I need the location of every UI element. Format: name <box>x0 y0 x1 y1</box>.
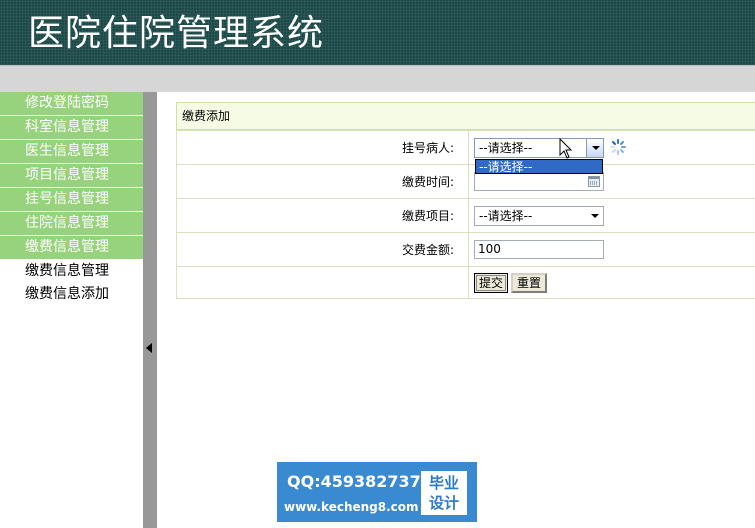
patient-select[interactable]: --请选择-- <box>474 137 604 158</box>
chevron-down-icon[interactable] <box>586 206 603 225</box>
app-header: 医院住院管理系统 <box>0 0 755 65</box>
loading-spinner-icon <box>610 139 626 155</box>
sidebar-item-project[interactable]: 项目信息管理 <box>0 164 143 188</box>
payment-form: 挂号病人: --请选择-- 缴费时间: 缴费项目: --请选择-- 交费金额: … <box>176 130 755 299</box>
form-row: 提交 重置 <box>176 266 755 299</box>
sidebar-item-department[interactable]: 科室信息管理 <box>0 116 143 140</box>
calendar-icon[interactable] <box>588 176 600 187</box>
form-row: 缴费时间: <box>176 164 755 199</box>
collapse-arrow-icon[interactable] <box>146 343 152 353</box>
watermark-badge-line1: 毕业 <box>428 474 459 492</box>
sidebar-item-doctor[interactable]: 医生信息管理 <box>0 140 143 164</box>
mouse-pointer-icon <box>559 138 573 159</box>
form-row: 挂号病人: --请选择-- <box>176 130 755 165</box>
reset-button[interactable]: 重置 <box>511 272 548 293</box>
item-field-cell: --请选择-- <box>468 198 755 233</box>
item-select[interactable]: --请选择-- <box>474 205 604 226</box>
amount-input[interactable]: 100 <box>474 240 604 259</box>
item-select-value: --请选择-- <box>479 208 533 223</box>
toolbar-bar <box>0 65 755 92</box>
sidebar-item-payment[interactable]: 缴费信息管理 <box>0 236 143 260</box>
buttons-cell: 提交 重置 <box>468 266 755 299</box>
patient-label: 挂号病人: <box>176 130 469 165</box>
sidebar-splitter[interactable] <box>143 92 157 528</box>
chevron-down-icon[interactable] <box>586 138 603 157</box>
empty-label-cell <box>176 266 469 299</box>
patient-dropdown-option[interactable]: --请选择-- <box>475 159 603 174</box>
app-title: 医院住院管理系统 <box>28 13 325 54</box>
amount-label: 交费金额: <box>176 232 469 267</box>
submit-button[interactable]: 提交 <box>474 272 509 293</box>
watermark-badge: 毕业 设计 <box>421 471 467 515</box>
panel-title: 缴费添加 <box>176 102 755 130</box>
patient-select-value: --请选择-- <box>479 140 533 155</box>
sidebar-item-change-password[interactable]: 修改登陆密码 <box>0 92 143 116</box>
time-label: 缴费时间: <box>176 164 469 199</box>
sidebar: 修改登陆密码 科室信息管理 医生信息管理 项目信息管理 挂号信息管理 住院信息管… <box>0 92 143 528</box>
item-label: 缴费项目: <box>176 198 469 233</box>
watermark-site: www.kecheng8.com <box>284 500 419 514</box>
watermark-badge-line2: 设计 <box>428 494 459 512</box>
payment-form-panel: 缴费添加 挂号病人: --请选择-- 缴费时间: 缴费项目: --请选择-- 交… <box>176 102 755 299</box>
sidebar-item-hospitalization[interactable]: 住院信息管理 <box>0 212 143 236</box>
sidebar-subitem-payment-add[interactable]: 缴费信息添加 <box>0 283 143 306</box>
form-row: 交费金额: 100 <box>176 232 755 267</box>
sidebar-subitem-payment-manage[interactable]: 缴费信息管理 <box>0 260 143 283</box>
sidebar-item-registration[interactable]: 挂号信息管理 <box>0 188 143 212</box>
form-row: 缴费项目: --请选择-- <box>176 198 755 233</box>
amount-field-cell: 100 <box>468 232 755 267</box>
watermark-banner: QQ:459382737 www.kecheng8.com 毕业 设计 <box>277 462 477 522</box>
watermark-qq: QQ:459382737 <box>287 472 421 491</box>
